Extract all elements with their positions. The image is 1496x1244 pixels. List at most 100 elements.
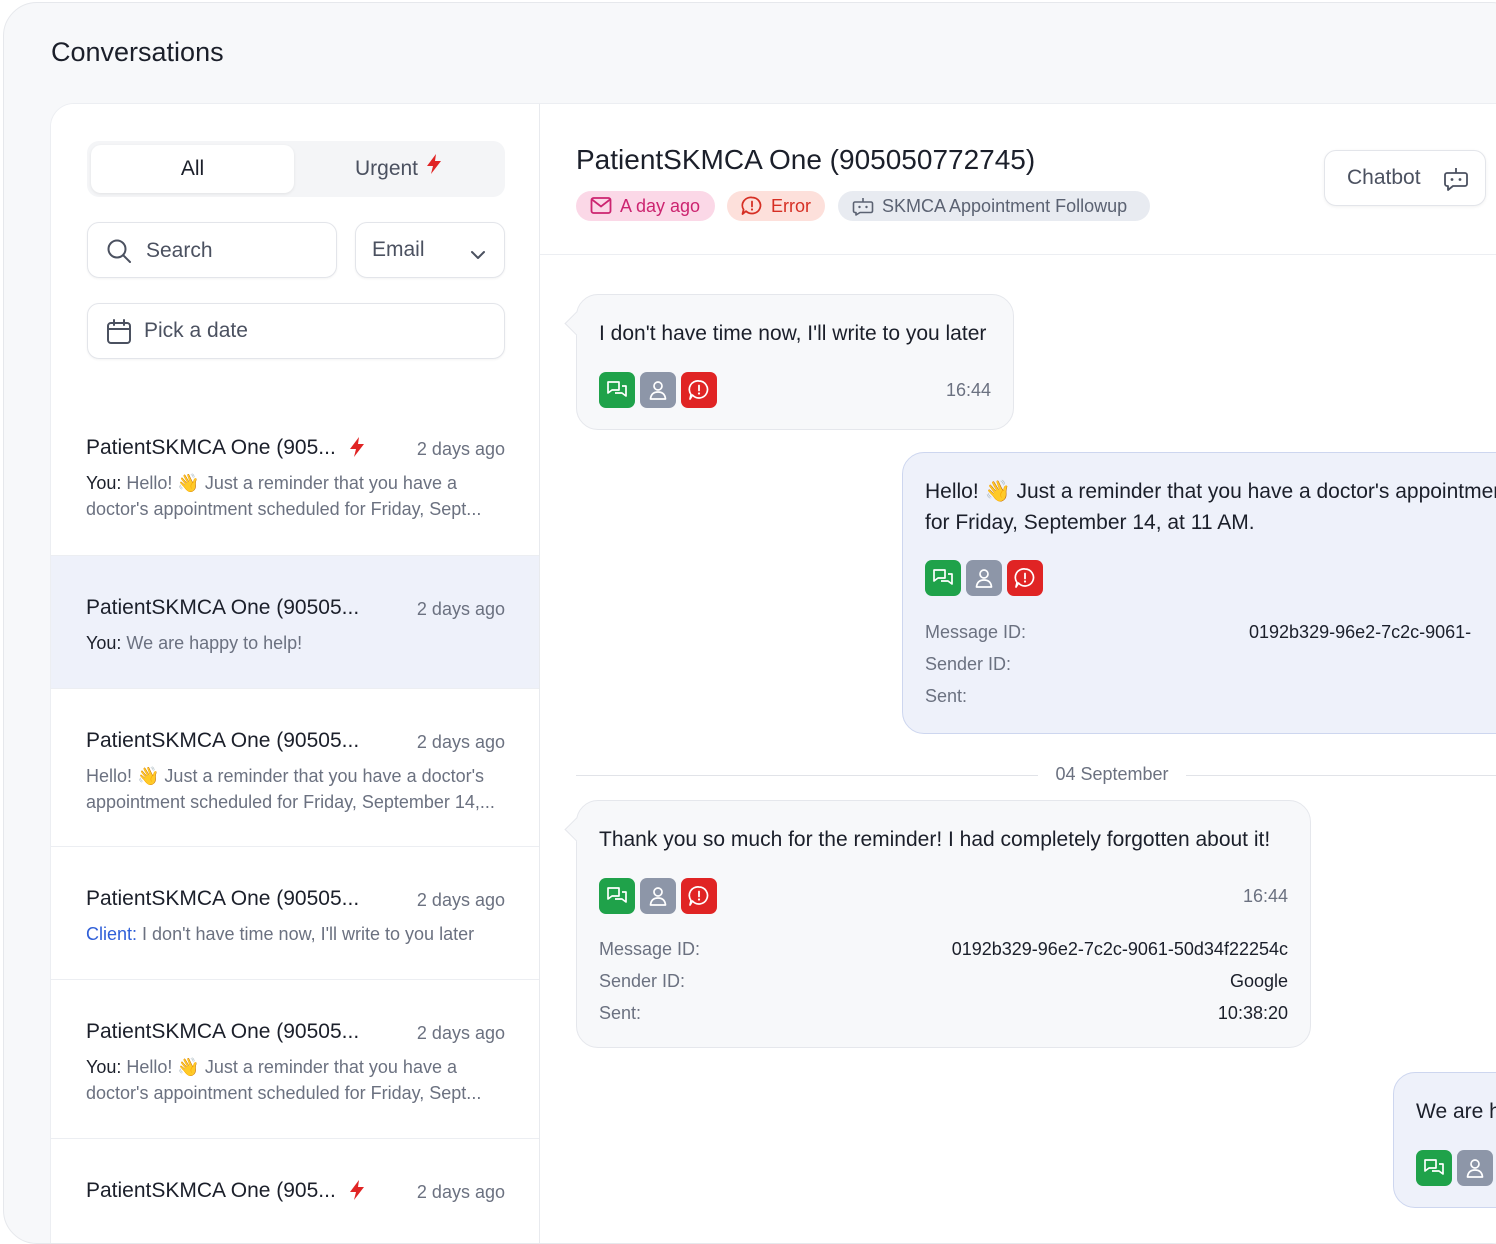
user-icon: [649, 381, 667, 400]
date-picker[interactable]: Pick a date: [87, 303, 505, 359]
preview-line-1: Hello! 👋 Just a reminder that you have a…: [86, 766, 485, 786]
chatbot-button-label: Chatbot: [1347, 166, 1421, 189]
search-input[interactable]: [144, 223, 328, 278]
conversation-list: PatientSKMCA One (905... 2 days ago You:…: [51, 396, 539, 1243]
conversation-name: PatientSKMCA One (90505...: [86, 887, 360, 910]
preview-sender: You:: [86, 1057, 122, 1077]
conversation-preview: You: Hello! 👋 Just a reminder that you h…: [86, 1054, 508, 1106]
chat-action-button[interactable]: [1416, 1150, 1452, 1186]
conversation-preview: You: Hello! 👋 Just a reminder that you h…: [86, 470, 508, 522]
chat-bubbles-icon: [607, 887, 627, 903]
user-action-button[interactable]: [966, 560, 1002, 596]
conversation-name: PatientSKMCA One (90505...: [86, 1020, 360, 1043]
conversation-item[interactable]: PatientSKMCA One (90505... 2 days ago Cl…: [51, 847, 539, 980]
date-picker-placeholder: Pick a date: [144, 319, 248, 342]
tab-urgent[interactable]: Urgent: [298, 145, 501, 193]
channel-select[interactable]: Email: [355, 222, 505, 278]
tab-all-label: All: [180, 157, 205, 180]
alert-action-button[interactable]: [681, 878, 717, 914]
message-text-line-2: for Friday, September 14, at 11 AM.: [925, 511, 1255, 534]
lightning-bolt-icon: [424, 145, 444, 193]
conversation-preview: You: We are happy to help!: [86, 630, 508, 656]
alert-action-button[interactable]: [1007, 560, 1043, 596]
chat-pane: PatientSKMCA One (905050772745) A day ag…: [540, 104, 1496, 1243]
error-badge: Error: [727, 191, 825, 221]
preview-sender-client: Client:: [86, 924, 138, 944]
preview-line-1: Hello! 👋 Just a reminder that you have a: [126, 1057, 457, 1077]
message-text-line-1: Hello! 👋 Just a reminder that you have a…: [925, 480, 1496, 503]
preview-line-1: Hello! 👋 Just a reminder that you have a: [126, 473, 457, 493]
sent-label: Sent:: [925, 686, 968, 706]
conversation-item-active[interactable]: PatientSKMCA One (90505... 2 days ago Yo…: [51, 556, 539, 689]
alert-icon: [1014, 568, 1035, 588]
calendar-icon: [106, 319, 132, 351]
user-icon: [649, 887, 667, 906]
preview-line-2: doctor's appointment scheduled for Frida…: [86, 1083, 482, 1103]
chatbot-button[interactable]: Chatbot: [1324, 150, 1486, 206]
incoming-message: Thank you so much for the reminder! I ha…: [564, 800, 1311, 1048]
message-id-value: 0192b329-96e2-7c2c-9061-50d34f22254c: [951, 939, 1288, 959]
bot-message-icon: [1444, 168, 1468, 191]
time-badge: A day ago: [576, 191, 715, 221]
conversation-preview: Hello! 👋 Just a reminder that you have a…: [86, 763, 508, 815]
chat-header: PatientSKMCA One (905050772745) A day ag…: [540, 104, 1496, 255]
user-action-button[interactable]: [1457, 1150, 1493, 1186]
sent-label: Sent:: [599, 1003, 642, 1023]
user-icon: [975, 569, 993, 588]
date-divider-label: 04 September: [1055, 764, 1169, 784]
conversation-item[interactable]: PatientSKMCA One (90505... 2 days ago Yo…: [51, 980, 539, 1139]
conversation-time: 2 days ago: [416, 1023, 505, 1043]
search-icon: [106, 238, 132, 270]
message-id-value: 0192b329-96e2-7c2c-9061-: [1249, 622, 1472, 642]
conversation-item[interactable]: PatientSKMCA One (905... 2 days ago You:…: [51, 396, 539, 556]
chat-bubbles-icon: [933, 569, 953, 585]
user-icon: [1466, 1159, 1484, 1178]
app-frame: Conversations All Urgent Email: [3, 2, 1496, 1244]
chat-action-button[interactable]: [599, 372, 635, 408]
message-text: We are h: [1416, 1100, 1496, 1123]
chat-title: PatientSKMCA One (905050772745): [576, 144, 1036, 175]
search-box[interactable]: [87, 222, 337, 278]
urgent-bolt-icon: [347, 1179, 367, 1206]
message-text: Thank you so much for the reminder! I ha…: [599, 828, 1271, 851]
filters-area: All Urgent Email Pick a date: [51, 104, 539, 396]
alert-action-button[interactable]: [681, 372, 717, 408]
conversations-panel: All Urgent Email Pick a date: [50, 103, 1496, 1243]
divider-line: [1186, 775, 1496, 776]
tab-bar: All Urgent: [87, 141, 505, 197]
conversation-time: 2 days ago: [416, 1182, 505, 1202]
incoming-message: I don't have time now, I'll write to you…: [564, 294, 1014, 430]
user-action-button[interactable]: [640, 878, 676, 914]
conversation-time: 2 days ago: [416, 599, 505, 619]
sender-id-label: Sender ID:: [599, 971, 686, 991]
message-text: I don't have time now, I'll write to you…: [599, 322, 987, 345]
sender-id-value: Google: [1229, 971, 1288, 991]
time-badge-label: A day ago: [620, 196, 701, 216]
conversation-preview: Client: I don't have time now, I'll writ…: [86, 921, 508, 947]
date-divider: 04 September: [576, 764, 1496, 788]
chat-bubbles-icon: [1424, 1159, 1444, 1175]
preview-line-1: We are happy to help!: [126, 633, 303, 653]
chat-action-button[interactable]: [599, 878, 635, 914]
divider-line: [576, 775, 1038, 776]
page-title: Conversations: [51, 37, 224, 67]
message-id-label: Message ID:: [599, 939, 701, 959]
user-action-button[interactable]: [640, 372, 676, 408]
sender-id-label: Sender ID:: [925, 654, 1012, 674]
conversation-item[interactable]: PatientSKMCA One (90505... 2 days ago He…: [51, 689, 539, 847]
bubble-tail: [564, 311, 589, 336]
tab-all[interactable]: All: [91, 145, 294, 193]
conversation-item[interactable]: PatientSKMCA One (905... 2 days ago: [51, 1139, 539, 1243]
tab-urgent-label: Urgent: [354, 157, 419, 180]
message-time: 16:44: [1242, 886, 1288, 906]
preview-sender: You:: [86, 633, 122, 653]
message-time: 16:44: [945, 380, 991, 400]
preview-line-2: appointment scheduled for Friday, Septem…: [86, 792, 495, 812]
alert-icon: [688, 380, 709, 400]
message-id-label: Message ID:: [925, 622, 1027, 642]
conversation-time: 2 days ago: [416, 732, 505, 752]
preview-line-1: I don't have time now, I'll write to you…: [142, 924, 475, 944]
alert-icon: [688, 886, 709, 906]
message-alert-icon: [741, 196, 762, 215]
chat-action-button[interactable]: [925, 560, 961, 596]
